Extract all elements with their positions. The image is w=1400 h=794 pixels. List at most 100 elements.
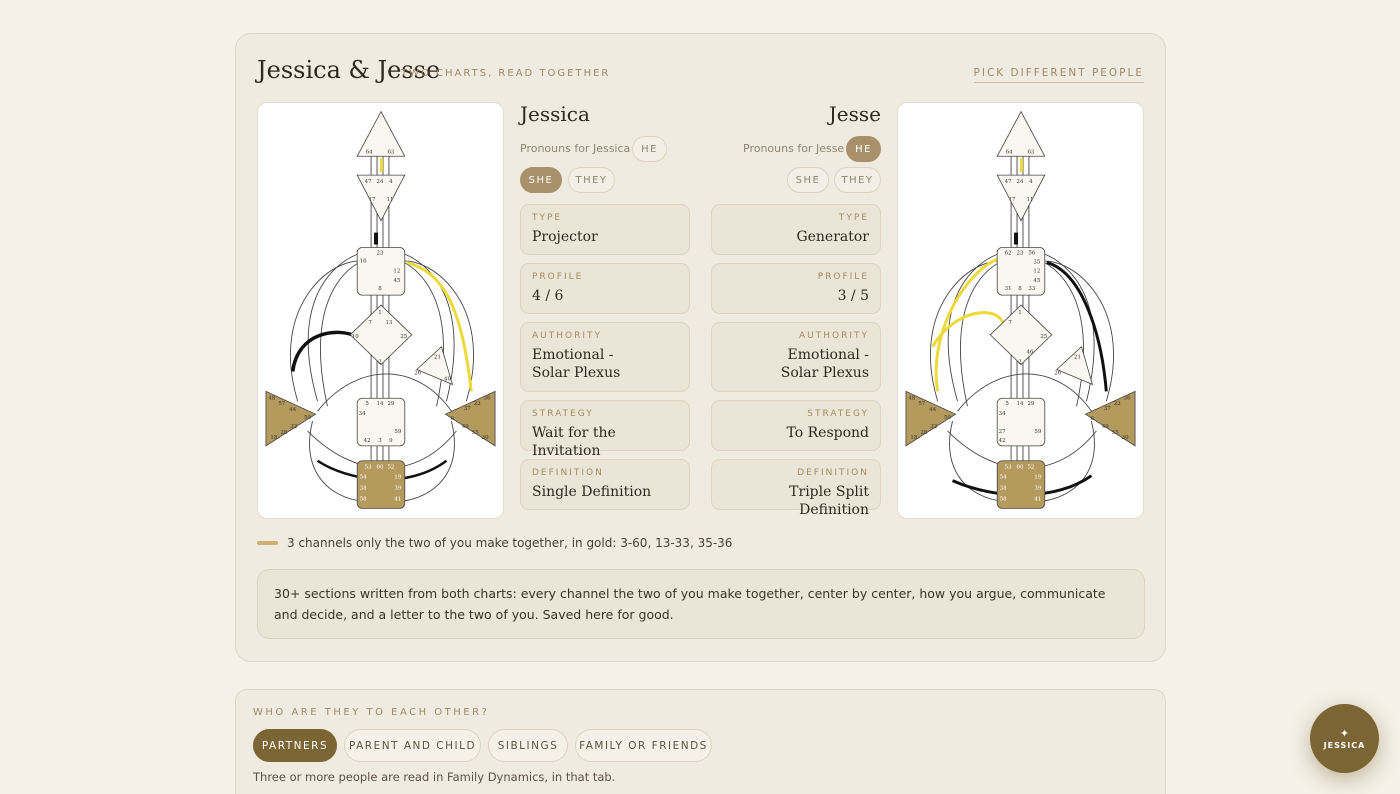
gate-number: 12	[1033, 268, 1040, 274]
relationship-family-friends-button[interactable]: Family or friends	[575, 729, 712, 762]
gate-number: 49	[1102, 424, 1109, 430]
gate-number: 53	[365, 465, 372, 471]
right-bodygraph-svg: 64 6347 24 417 1162 23 5635124531 8 331725462212…	[905, 110, 1136, 509]
gold-note-text: 3 channels only the two of you make toge…	[287, 536, 733, 550]
gate-number: 24	[377, 179, 384, 185]
gate-number: 1	[1018, 310, 1021, 316]
pronoun-she-left[interactable]: She	[520, 167, 562, 193]
gate-number: 22	[474, 401, 481, 407]
gate-number: 38	[1000, 486, 1007, 492]
gate-number: 59	[394, 429, 401, 435]
relationship-parent-child-button[interactable]: Parent and child	[344, 729, 481, 762]
card-label: Authority	[532, 331, 602, 341]
card-value: Triple Split Definition	[789, 484, 869, 518]
right-profile-card: Profile 3 / 5	[711, 263, 881, 314]
gate-number: 18	[910, 435, 917, 441]
gate-number: 47	[365, 179, 372, 185]
right-type-card: Type Generator	[711, 204, 881, 255]
gate-number: 59	[1034, 429, 1041, 435]
gate-number: 1	[378, 310, 381, 316]
card-label: Strategy	[807, 409, 869, 419]
card-value: Projector	[532, 229, 598, 245]
gate-number: 23	[1017, 250, 1024, 256]
gate-number: 26	[414, 370, 421, 376]
card-label: Profile	[817, 272, 869, 282]
profile-fab-button[interactable]: ✦ JESSICA	[1310, 704, 1379, 773]
relationship-question: Who are they to each other?	[253, 707, 490, 718]
left-profile-card: Profile 4 / 6	[520, 263, 690, 314]
card-value: To Respond	[786, 425, 869, 441]
pronoun-label-right: Pronouns for Jesse	[743, 142, 845, 155]
relationship-note: Three or more people are read in Family …	[253, 770, 616, 784]
gate-number: 29	[387, 401, 394, 407]
card-label: Definition	[532, 468, 604, 478]
gate-number: 26	[1054, 370, 1061, 376]
gate-number: 7	[368, 320, 372, 326]
pronoun-label-left: Pronouns for Jessica	[520, 142, 631, 155]
person-left-name: Jessica	[520, 102, 590, 126]
gate-number: 35	[1033, 259, 1040, 265]
gate-number: 42	[364, 438, 371, 444]
card-label: Strategy	[532, 409, 594, 419]
gate-number: 6	[1091, 416, 1095, 422]
gate-number: 19	[1034, 475, 1041, 481]
gate-number: 28	[920, 430, 927, 436]
relationship-partners-button[interactable]: Partners	[253, 729, 337, 762]
gate-number: 58	[1000, 496, 1007, 502]
gate-number: 42	[999, 438, 1006, 444]
card-value: 4 / 6	[532, 288, 564, 304]
left-authority-card: Authority Emotional - Solar Plexus	[520, 322, 690, 392]
gate-number: 2	[1018, 360, 1021, 366]
gate-number: 25	[1040, 334, 1047, 340]
pronoun-he-left[interactable]: He	[632, 136, 667, 162]
heart-center	[1055, 345, 1094, 386]
gate-number: 38	[360, 486, 367, 492]
gate-number: 18	[270, 435, 277, 441]
fab-label: JESSICA	[1323, 740, 1366, 750]
pronoun-they-left[interactable]: They	[568, 167, 615, 193]
gate-number: 40	[444, 376, 451, 382]
gate-number: 39	[1034, 486, 1041, 492]
gate-number: 6	[451, 416, 455, 422]
gate-number: 34	[999, 411, 1006, 417]
left-bodygraph: 64 63 47 24 4 17 11 23 16 12 45 8 1 7 13 10 25 2 21 26 40 48 5…	[257, 102, 504, 519]
gate-number: 64	[1006, 149, 1013, 155]
right-strategy-card: Strategy To Respond	[711, 400, 881, 451]
left-bodygraph-svg: 64 6347 24 417 1123161245817 1310 252212640485…	[265, 110, 496, 509]
relationship-panel: Who are they to each other? Partners Par…	[235, 689, 1166, 794]
left-type-card: Type Projector	[520, 204, 690, 255]
gate-number: 41	[1034, 496, 1041, 502]
gate-number: 29	[1027, 401, 1034, 407]
gate-number: 32	[930, 424, 937, 430]
gate-number: 63	[387, 149, 394, 155]
card-label: Definition	[797, 468, 869, 478]
card-value: Emotional - Solar Plexus	[532, 347, 621, 381]
gate-number: 25	[400, 334, 407, 340]
left-definition-card: Definition Single Definition	[520, 459, 690, 510]
pair-panel: Jessica & Jesse Two charts, read togethe…	[235, 33, 1166, 662]
gate-number: 52	[1027, 465, 1034, 471]
relationship-siblings-button[interactable]: Siblings	[488, 729, 568, 762]
gate-number: 63	[1027, 149, 1034, 155]
gate-number: 50	[304, 415, 311, 421]
card-label: Type	[838, 213, 869, 223]
activated-gate-bar	[1020, 158, 1023, 173]
gate-number: 27	[999, 429, 1006, 435]
gold-channels-note: 3 channels only the two of you make toge…	[257, 536, 732, 550]
activated-gate-bar	[374, 232, 379, 245]
card-label: Profile	[532, 272, 584, 282]
gate-number: 46	[1026, 350, 1033, 356]
card-value: 3 / 5	[837, 288, 869, 304]
pronoun-she-right[interactable]: She	[787, 167, 829, 193]
gate-number: 5	[365, 401, 369, 407]
pronoun-he-right[interactable]: He	[846, 136, 881, 162]
gate-number: 37	[464, 406, 471, 412]
pronoun-they-right[interactable]: They	[834, 167, 881, 193]
gate-number: 44	[289, 407, 296, 413]
pick-different-people-link[interactable]: Pick different people	[973, 67, 1144, 83]
gate-number: 57	[918, 401, 925, 407]
gate-number: 55	[472, 430, 479, 436]
card-label: Authority	[799, 331, 869, 341]
sparkle-icon: ✦	[1339, 726, 1350, 740]
gate-number: 14	[1017, 401, 1024, 407]
